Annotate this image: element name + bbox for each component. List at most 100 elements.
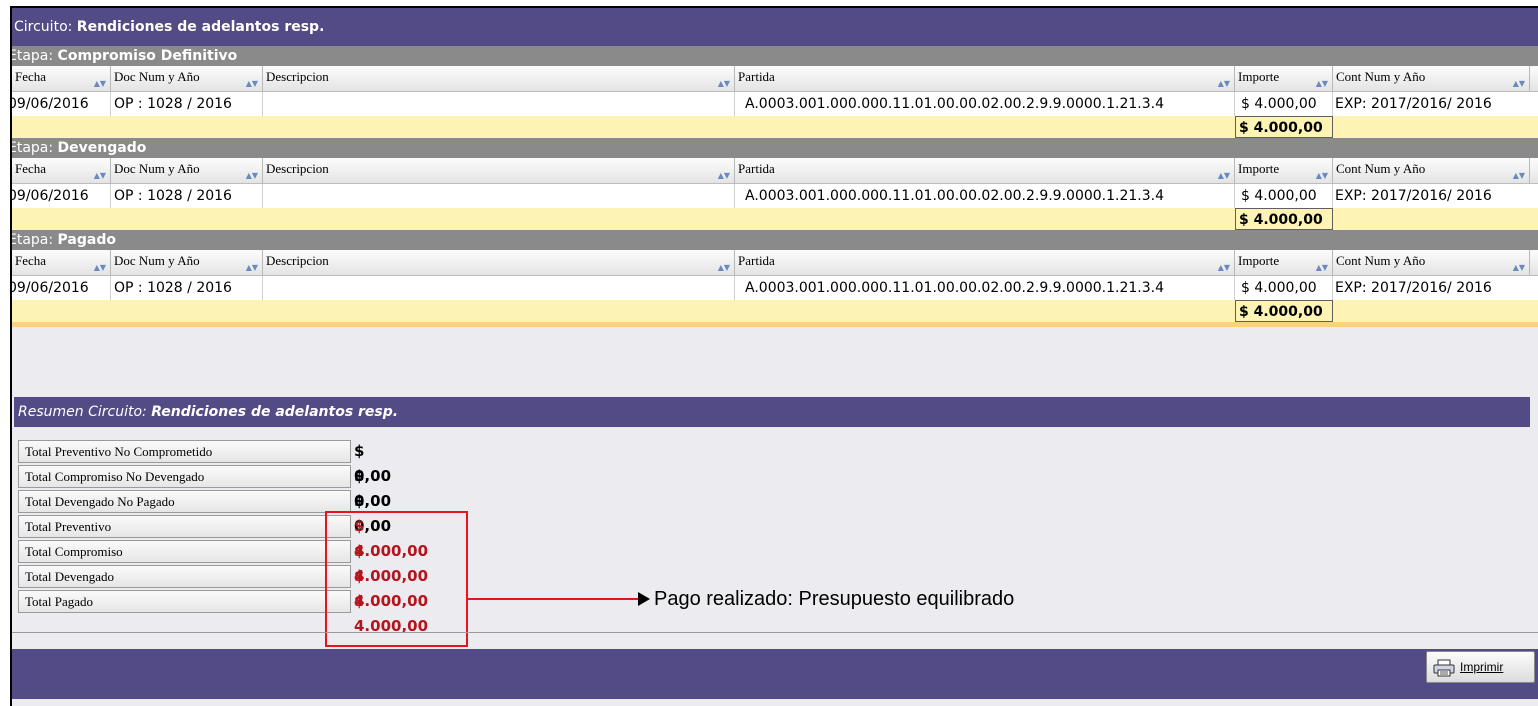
stage-title-bar: Etapa: Compromiso Definitivo bbox=[12, 46, 1538, 66]
resumen-header: Resumen Circuito: Rendiciones de adelant… bbox=[14, 397, 1530, 427]
column-header-row: Fecha ▲▼ Doc Num y Año ▲▼ Descripcion ▲▼ Pa… bbox=[12, 250, 1538, 276]
column-label: Fecha bbox=[15, 161, 47, 176]
column-label: Partida bbox=[738, 161, 775, 176]
total-row: $ 4.000,00 bbox=[12, 300, 1538, 327]
cell-doc: OP : 1028 / 2016 bbox=[111, 276, 263, 300]
cell-fecha: 09/06/2016 bbox=[12, 92, 111, 116]
stage-section-devengado: Etapa: Devengado Fecha ▲▼ Doc Num y Año ▲▼… bbox=[12, 138, 1538, 230]
column-header-fecha[interactable]: Fecha ▲▼ bbox=[12, 250, 111, 276]
column-label: Doc Num y Año bbox=[114, 253, 200, 268]
table-row: 09/06/2016 OP : 1028 / 2016 A.0003.001.0… bbox=[12, 276, 1538, 300]
column-header-fecha[interactable]: Fecha ▲▼ bbox=[12, 66, 111, 92]
table-row: 09/06/2016 OP : 1028 / 2016 A.0003.001.0… bbox=[12, 92, 1538, 116]
stage-section-compromiso: Etapa: Compromiso Definitivo Fecha ▲▼ Doc… bbox=[12, 46, 1538, 138]
stage-prefix: Etapa: bbox=[12, 48, 58, 64]
column-header-importe[interactable]: Importe ▲▼ bbox=[1235, 66, 1333, 92]
cell-partida: A.0003.001.000.000.11.01.00.00.02.00.2.9… bbox=[735, 92, 1235, 116]
stage-title-bar: Etapa: Pagado bbox=[12, 230, 1538, 250]
cell-partida: A.0003.001.000.000.11.01.00.00.02.00.2.9… bbox=[735, 276, 1235, 300]
cell-partida: A.0003.001.000.000.11.01.00.00.02.00.2.9… bbox=[735, 184, 1235, 208]
column-header-doc[interactable]: Doc Num y Año ▲▼ bbox=[111, 66, 263, 92]
column-header-descripcion[interactable]: Descripcion ▲▼ bbox=[263, 66, 735, 92]
circuit-prefix: Circuito: bbox=[14, 19, 77, 35]
cell-cont: EXP: 2017/2016/ 2016 bbox=[1335, 188, 1492, 204]
cell-cont: EXP: 2017/2016/ 2016 bbox=[1335, 280, 1492, 296]
footer-bar bbox=[12, 649, 1538, 699]
column-header-partida[interactable]: Partida ▲▼ bbox=[735, 250, 1235, 276]
column-label: Doc Num y Año bbox=[114, 69, 200, 84]
column-header-partida[interactable]: Partida ▲▼ bbox=[735, 66, 1235, 92]
column-header-fecha[interactable]: Fecha ▲▼ bbox=[12, 158, 111, 184]
stage-total: $ 4.000,00 bbox=[1235, 208, 1333, 230]
stage-name: Devengado bbox=[57, 140, 147, 156]
column-header-importe[interactable]: Importe ▲▼ bbox=[1235, 250, 1333, 276]
printer-icon bbox=[1433, 659, 1455, 677]
stage-total: $ 4.000,00 bbox=[1235, 300, 1333, 322]
column-label: Doc Num y Año bbox=[114, 161, 200, 176]
column-header-row: Fecha ▲▼ Doc Num y Año ▲▼ Descripcion ▲▼ Pa… bbox=[12, 66, 1538, 92]
highlight-box bbox=[325, 511, 468, 647]
summary-label: Total Pagado bbox=[18, 590, 351, 613]
column-header-importe[interactable]: Importe ▲▼ bbox=[1235, 158, 1333, 184]
column-label: Importe bbox=[1238, 253, 1280, 268]
cell-descripcion bbox=[263, 184, 735, 208]
cell-descripcion bbox=[263, 92, 735, 116]
column-label: Cont Num y Año bbox=[1336, 161, 1426, 176]
table-row: 09/06/2016 OP : 1028 / 2016 A.0003.001.0… bbox=[12, 184, 1538, 208]
resumen-name: Rendiciones de adelantos resp. bbox=[151, 404, 399, 420]
cell-doc: OP : 1028 / 2016 bbox=[111, 92, 263, 116]
column-header-descripcion[interactable]: Descripcion ▲▼ bbox=[263, 250, 735, 276]
column-label: Importe bbox=[1238, 161, 1280, 176]
column-header-doc[interactable]: Doc Num y Año ▲▼ bbox=[111, 250, 263, 276]
column-label: Descripcion bbox=[266, 161, 329, 176]
column-header-cont[interactable]: Cont Num y Año ▲▼ bbox=[1333, 66, 1530, 92]
cell-descripcion bbox=[263, 276, 735, 300]
column-label: Partida bbox=[738, 253, 775, 268]
stage-title-bar: Etapa: Devengado bbox=[12, 138, 1538, 158]
cell-importe: $ 4.000,00 bbox=[1235, 184, 1333, 208]
column-label: Partida bbox=[738, 69, 775, 84]
stage-section-pagado: Etapa: Pagado Fecha ▲▼ Doc Num y Año ▲▼ De… bbox=[12, 230, 1538, 327]
summary-label: Total Compromiso No Devengado bbox=[18, 465, 351, 488]
summary-label: Total Devengado No Pagado bbox=[18, 490, 351, 513]
column-header-row: Fecha ▲▼ Doc Num y Año ▲▼ Descripcion ▲▼ Pa… bbox=[12, 158, 1538, 184]
annotation-text: Pago realizado: Presupuesto equilibrado bbox=[654, 588, 1015, 610]
column-label: Descripcion bbox=[266, 69, 329, 84]
summary-label: Total Devengado bbox=[18, 565, 351, 588]
resumen-prefix: Resumen Circuito: bbox=[18, 404, 152, 420]
total-row: $ 4.000,00 bbox=[12, 208, 1538, 230]
stage-prefix: Etapa: bbox=[12, 232, 58, 248]
column-label: Importe bbox=[1238, 69, 1280, 84]
summary-label: Total Preventivo No Comprometido bbox=[18, 440, 351, 463]
cell-fecha: 09/06/2016 bbox=[12, 276, 111, 300]
column-label: Fecha bbox=[15, 253, 47, 268]
print-button[interactable]: Imprimir bbox=[1426, 651, 1535, 683]
stage-name: Pagado bbox=[57, 232, 116, 248]
circuit-header: Circuito: Rendiciones de adelantos resp. bbox=[12, 8, 1538, 46]
column-header-descripcion[interactable]: Descripcion ▲▼ bbox=[263, 158, 735, 184]
cell-fecha: 09/06/2016 bbox=[12, 184, 111, 208]
cell-cont: EXP: 2017/2016/ 2016 bbox=[1335, 96, 1492, 112]
stage-prefix: Etapa: bbox=[12, 140, 58, 156]
total-row: $ 4.000,00 bbox=[12, 116, 1538, 138]
circuit-panel: Circuito: Rendiciones de adelantos resp.… bbox=[10, 6, 1538, 706]
arrow-right-icon bbox=[638, 592, 650, 606]
stage-name: Compromiso Definitivo bbox=[57, 48, 238, 64]
circuit-name: Rendiciones de adelantos resp. bbox=[76, 19, 325, 35]
cell-importe: $ 4.000,00 bbox=[1235, 276, 1333, 300]
column-header-doc[interactable]: Doc Num y Año ▲▼ bbox=[111, 158, 263, 184]
divider bbox=[12, 632, 1538, 633]
cell-doc: OP : 1028 / 2016 bbox=[111, 184, 263, 208]
summary-label: Total Compromiso bbox=[18, 540, 351, 563]
column-label: Fecha bbox=[15, 69, 47, 84]
cell-importe: $ 4.000,00 bbox=[1235, 92, 1333, 116]
column-header-partida[interactable]: Partida ▲▼ bbox=[735, 158, 1235, 184]
column-label: Descripcion bbox=[266, 253, 329, 268]
annotation-arrow-line bbox=[468, 598, 639, 600]
summary-label: Total Preventivo bbox=[18, 515, 351, 538]
stage-total: $ 4.000,00 bbox=[1235, 116, 1333, 138]
column-label: Cont Num y Año bbox=[1336, 69, 1426, 84]
print-button-label: Imprimir bbox=[1460, 660, 1504, 674]
column-header-cont[interactable]: Cont Num y Año ▲▼ bbox=[1333, 158, 1530, 184]
column-header-cont[interactable]: Cont Num y Año ▲▼ bbox=[1333, 250, 1530, 276]
